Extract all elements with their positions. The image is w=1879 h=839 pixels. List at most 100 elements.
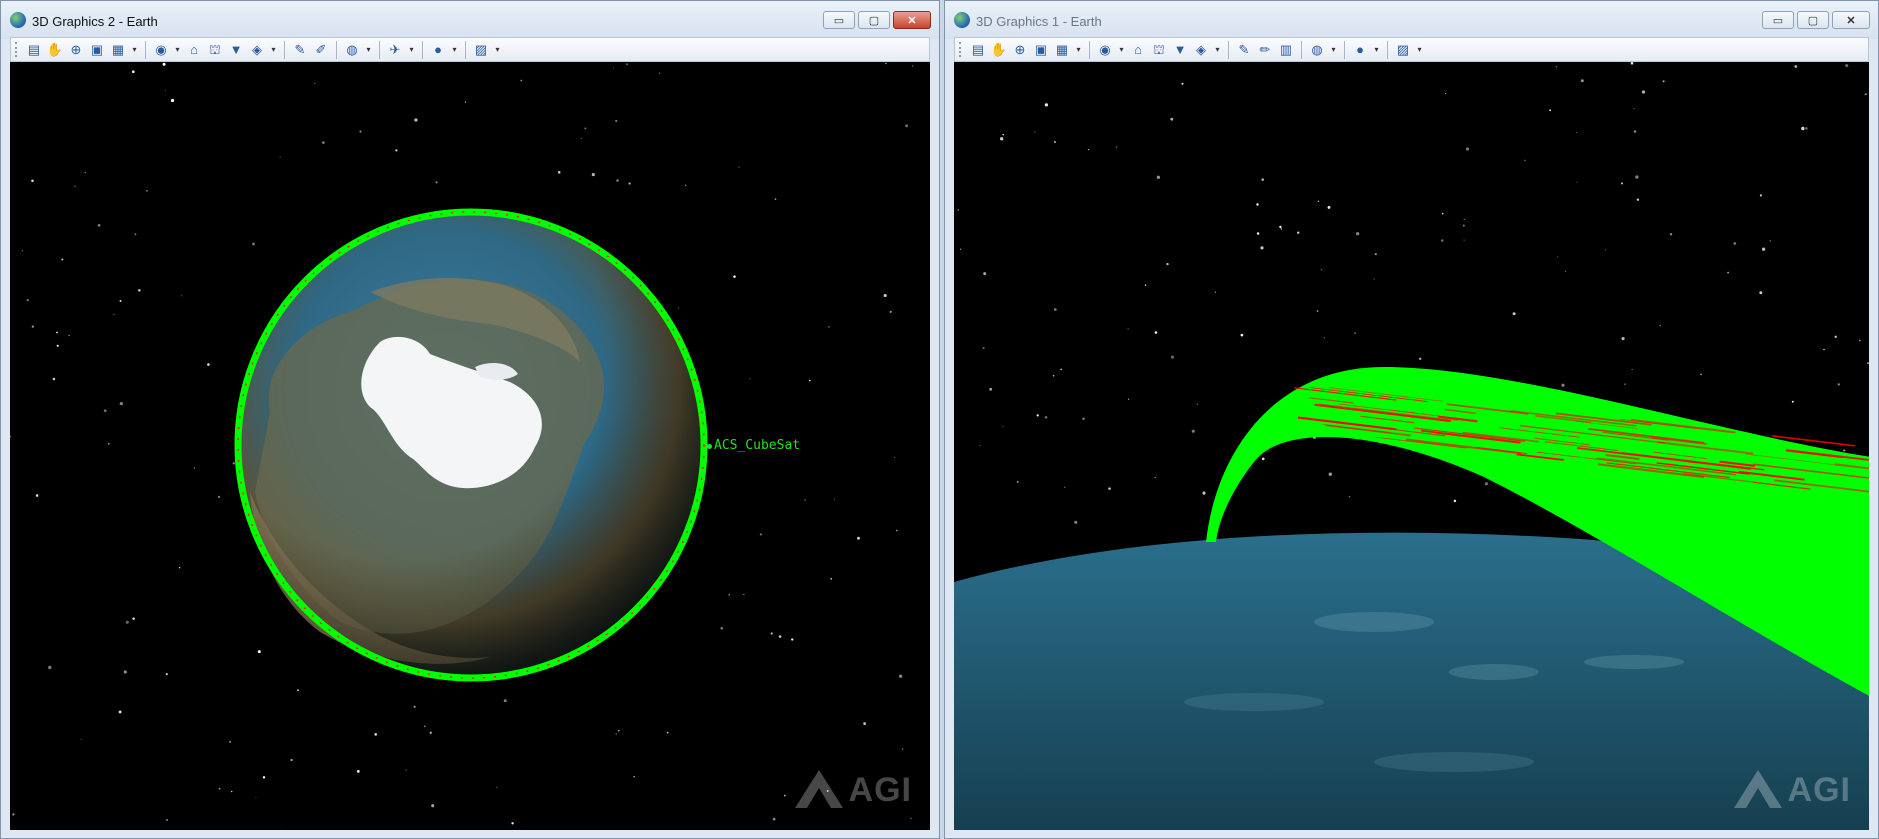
home-icon[interactable]: ⌂ [1129,41,1147,59]
star [97,223,101,227]
view-home-icon[interactable]: ⛫ [206,41,224,59]
view-down-icon[interactable]: ▼ [227,41,245,59]
dropdown-arrow-icon[interactable]: ▾ [130,41,139,59]
marker-icon[interactable]: ✏ [1256,41,1274,59]
star [626,63,628,65]
tool-icon[interactable]: ✐ [312,41,330,59]
properties-icon[interactable]: ▤ [25,41,43,59]
minimize-button[interactable]: ▭ [823,11,855,29]
dropdown-arrow-icon[interactable]: ▾ [450,41,459,59]
star [1769,240,1771,242]
view-down-icon[interactable]: ▼ [1171,41,1189,59]
star [395,149,398,152]
maximize-button[interactable]: ▢ [858,11,890,29]
maximize-button[interactable]: ▢ [1797,11,1829,29]
star [1453,499,1457,503]
dropdown-arrow-icon[interactable]: ▾ [493,41,502,59]
close-button[interactable]: ✕ [1832,11,1870,29]
pan-icon[interactable]: ✋ [46,41,64,59]
3d-viewport[interactable]: ACS_CubeSat AGI [10,62,930,830]
view-options-icon[interactable]: ◈ [1192,41,1210,59]
star [989,387,993,391]
window-title: 3D Graphics 1 - Earth [976,14,1102,29]
star [1016,480,1019,483]
zoom-icon[interactable]: ⊕ [67,41,85,59]
star [1256,232,1260,235]
dropdown-arrow-icon[interactable]: ▾ [173,41,182,59]
toolbar-grip[interactable] [15,42,20,57]
star [957,209,959,211]
close-button[interactable]: ✕ [893,11,931,29]
globe-icon[interactable]: ◍ [343,41,361,59]
star [1052,375,1055,377]
star [910,817,912,820]
star [26,299,29,302]
star [1555,65,1558,68]
snapshot-icon[interactable]: ▦ [1053,41,1071,59]
star [591,173,595,177]
dropdown-arrow-icon[interactable]: ▾ [1213,41,1222,59]
star [35,494,39,497]
minimize-button[interactable]: ▭ [1762,11,1794,29]
eye-icon[interactable]: ◉ [1096,41,1114,59]
earth-icon[interactable]: ● [429,41,447,59]
dropdown-arrow-icon[interactable]: ▾ [1372,41,1381,59]
image-icon[interactable]: ▨ [1394,41,1412,59]
dropdown-arrow-icon[interactable]: ▾ [1117,41,1126,59]
star [1356,232,1360,236]
view-from-icon[interactable]: ▣ [1032,41,1050,59]
title-bar[interactable]: 3D Graphics 1 - Earth ▭ ▢ ✕ [945,1,1878,39]
dropdown-arrow-icon[interactable]: ▾ [1074,41,1083,59]
star [808,379,811,382]
star [580,137,582,140]
title-bar[interactable]: 3D Graphics 2 - Earth ▭ ▢ ✕ [1,1,939,39]
eye-icon[interactable]: ◉ [152,41,170,59]
view-home-icon[interactable]: ⛫ [1150,41,1168,59]
star [1659,324,1662,327]
snapshot-icon[interactable]: ▦ [109,41,127,59]
star [429,731,432,734]
satellite-icon[interactable]: ✈ [386,41,404,59]
toolbar-separator [379,40,380,59]
star [297,689,299,692]
pen-icon[interactable]: ✎ [1235,41,1253,59]
star [1317,200,1320,202]
star [1323,337,1325,339]
star [1621,337,1625,341]
view-from-icon[interactable]: ▣ [88,41,106,59]
star [1727,271,1729,274]
earth-icon[interactable]: ● [1351,41,1369,59]
watermark-text: AGI [848,771,912,809]
star [1462,224,1465,227]
dropdown-arrow-icon[interactable]: ▾ [407,41,416,59]
dropdown-arrow-icon[interactable]: ▾ [1415,41,1424,59]
star [1261,457,1265,461]
toolbar-grip[interactable] [959,42,964,57]
satellite-marker[interactable] [707,444,712,449]
pan-icon[interactable]: ✋ [990,41,1008,59]
3d-viewport[interactable]: AGI [954,62,1869,830]
dropdown-arrow-icon[interactable]: ▾ [269,41,278,59]
ruler-icon[interactable]: ▥ [1277,41,1295,59]
star [720,627,724,630]
watermark-text: AGI [1787,771,1851,809]
dropdown-arrow-icon[interactable]: ▾ [364,41,373,59]
star [895,529,898,532]
view-options-icon[interactable]: ◈ [248,41,266,59]
globe-icon[interactable]: ◍ [1308,41,1326,59]
star [1034,131,1036,133]
star [511,822,514,825]
satellite-label[interactable]: ACS_CubeSat [714,438,800,453]
star [1834,335,1837,338]
measure-icon[interactable]: ✎ [291,41,309,59]
star [1063,486,1066,489]
star [1631,368,1633,371]
zoom-icon[interactable]: ⊕ [1011,41,1029,59]
dropdown-arrow-icon[interactable]: ▾ [1329,41,1338,59]
star [791,638,794,641]
properties-icon[interactable]: ▤ [969,41,987,59]
home-icon[interactable]: ⌂ [185,41,203,59]
star [883,293,887,298]
image-icon[interactable]: ▨ [472,41,490,59]
star [1354,332,1356,334]
